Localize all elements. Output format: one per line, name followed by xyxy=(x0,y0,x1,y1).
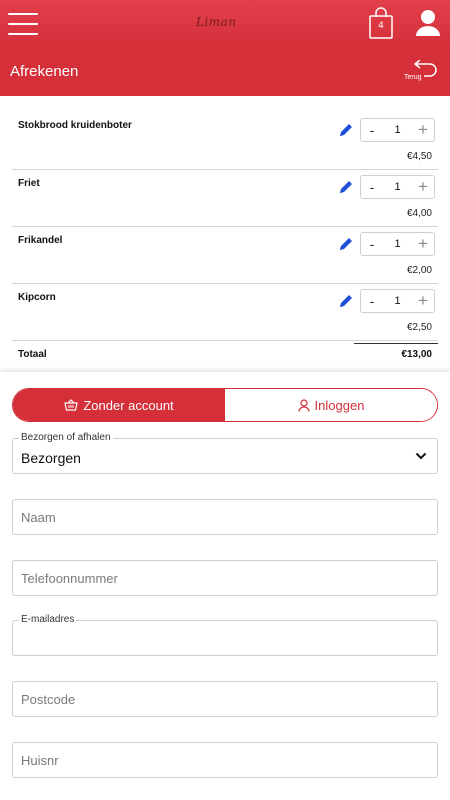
quantity-stepper: - 1 + xyxy=(360,175,435,199)
increase-button[interactable]: + xyxy=(412,233,434,255)
guest-tab-label: Zonder account xyxy=(83,397,174,413)
quantity-stepper: - 1 + xyxy=(360,232,435,256)
user-outline-icon xyxy=(297,398,310,412)
total-row: Totaal €13,00 xyxy=(12,343,438,365)
divider xyxy=(354,343,438,344)
item-name: Stokbrood kruidenboter xyxy=(18,120,132,131)
delivery-label: Bezorgen of afhalen xyxy=(19,432,113,443)
increase-button[interactable]: + xyxy=(412,176,434,198)
name-field[interactable] xyxy=(12,499,438,535)
item-name: Friet xyxy=(18,178,40,189)
guest-tab[interactable]: Zonder account xyxy=(13,389,225,421)
top-bar: Liman 4 xyxy=(0,0,450,48)
delivery-value: Bezorgen xyxy=(21,450,81,466)
list-item: Friet - 1 + €4,00 xyxy=(12,170,438,227)
pencil-icon[interactable] xyxy=(338,122,354,138)
name-input[interactable] xyxy=(13,500,437,534)
decrease-button[interactable]: - xyxy=(361,119,383,141)
total-label: Totaal xyxy=(18,349,47,360)
item-price: €2,00 xyxy=(406,265,432,276)
basket-icon xyxy=(64,399,79,411)
cart-items-list: Stokbrood kruidenboter - 1 + €4,50 Friet… xyxy=(0,96,450,341)
back-label: Terug xyxy=(404,74,422,81)
decrease-button[interactable]: - xyxy=(361,233,383,255)
logo: Liman xyxy=(196,15,237,29)
decrease-button[interactable]: - xyxy=(361,176,383,198)
list-item: Frikandel - 1 + €2,00 xyxy=(12,227,438,284)
quantity-stepper: - 1 + xyxy=(360,289,435,313)
quantity-stepper: - 1 + xyxy=(360,118,435,142)
page-header: Afrekenen Terug xyxy=(0,48,450,96)
page-title: Afrekenen xyxy=(10,63,79,80)
chevron-down-icon xyxy=(415,452,427,460)
quantity-value: 1 xyxy=(394,238,401,250)
list-item: Kipcorn - 1 + €2,50 xyxy=(12,284,438,341)
email-field[interactable]: E-mailadres xyxy=(12,614,438,656)
phone-field[interactable] xyxy=(12,560,438,596)
account-button[interactable] xyxy=(414,8,442,38)
postcode-field[interactable] xyxy=(12,681,438,717)
increase-button[interactable]: + xyxy=(412,119,434,141)
quantity-value: 1 xyxy=(394,295,401,307)
phone-input[interactable] xyxy=(13,561,437,595)
user-icon xyxy=(416,10,440,36)
item-price: €4,00 xyxy=(406,208,432,219)
login-tab[interactable]: Inloggen xyxy=(225,389,437,421)
item-price: €4,50 xyxy=(406,151,432,162)
list-item: Stokbrood kruidenboter - 1 + €4,50 xyxy=(12,96,438,170)
postcode-input[interactable] xyxy=(13,682,437,716)
email-input[interactable] xyxy=(13,621,437,655)
quantity-value: 1 xyxy=(394,124,401,136)
delivery-select[interactable]: Bezorgen of afhalen Bezorgen xyxy=(12,432,438,474)
item-price: €2,50 xyxy=(406,322,432,333)
increase-button[interactable]: + xyxy=(412,290,434,312)
checkout-form: Zonder account Inloggen Bezorgen of afha… xyxy=(0,372,450,800)
pencil-icon[interactable] xyxy=(338,179,354,195)
item-name: Kipcorn xyxy=(18,292,56,303)
quantity-value: 1 xyxy=(394,181,401,193)
decrease-button[interactable]: - xyxy=(361,290,383,312)
back-button[interactable]: Terug xyxy=(402,56,444,90)
item-name: Frikandel xyxy=(18,235,63,246)
login-tab-label: Inloggen xyxy=(314,397,365,413)
pencil-icon[interactable] xyxy=(338,236,354,252)
cart-count-badge: 4 xyxy=(378,21,384,31)
pencil-icon[interactable] xyxy=(338,293,354,309)
cart-button[interactable]: 4 xyxy=(368,6,394,40)
total-value: €13,00 xyxy=(401,349,432,360)
account-toggle: Zonder account Inloggen xyxy=(12,388,438,422)
housenr-field[interactable] xyxy=(12,742,438,778)
housenr-input[interactable] xyxy=(13,743,437,777)
menu-icon[interactable] xyxy=(8,13,38,35)
